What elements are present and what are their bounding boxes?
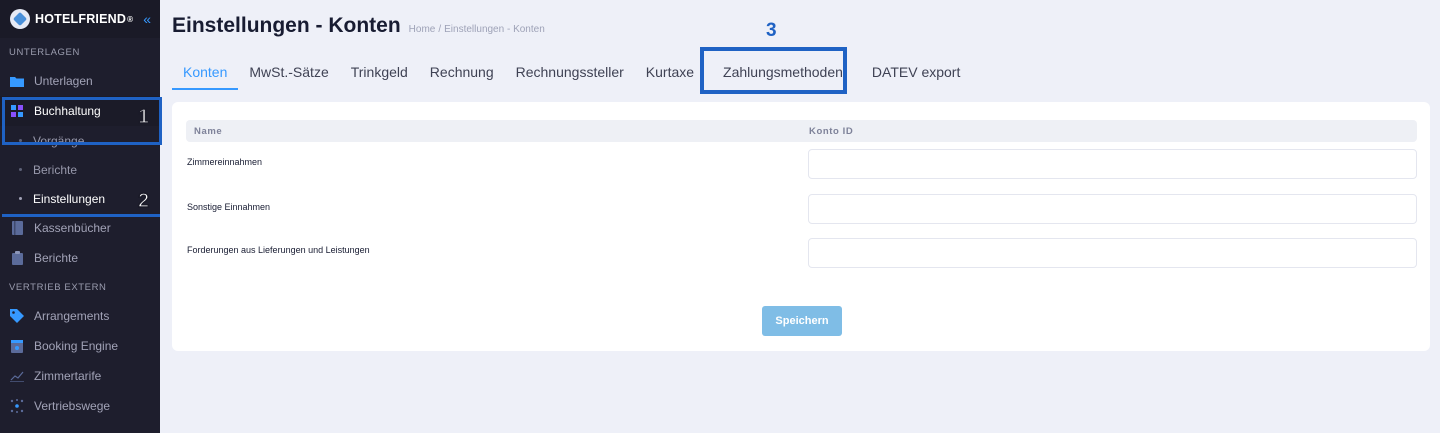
brand-trademark: ®	[127, 14, 134, 24]
sidebar-item-buchhaltung[interactable]: Buchhaltung	[0, 96, 160, 126]
chevron-double-left-icon[interactable]: «	[143, 11, 151, 27]
settings-tabs: Konten MwSt.-Sätze Trinkgeld Rechnung Re…	[172, 58, 971, 90]
breadcrumb: Home / Einstellungen - Konten	[409, 24, 545, 35]
sidebar-item-vertriebswege[interactable]: Vertriebswege	[0, 391, 160, 421]
konto-id-input-zimmereinnahmen[interactable]	[808, 149, 1417, 179]
sidebar-item-label: Vertriebswege	[34, 399, 111, 413]
bullet-icon	[19, 139, 22, 142]
network-icon	[10, 399, 24, 413]
sidebar-item-booking-engine[interactable]: Booking Engine	[0, 331, 160, 361]
tab-trinkgeld[interactable]: Trinkgeld	[340, 58, 419, 90]
sidebar-item-arrangements[interactable]: Arrangements	[0, 301, 160, 331]
section-title-unterlagen: UNTERLAGEN	[9, 47, 80, 58]
clipboard-icon	[10, 251, 24, 265]
bullet-icon	[19, 168, 22, 171]
sidebar-subitem-berichte[interactable]: Berichte	[0, 155, 160, 184]
breadcrumb-current: Einstellungen - Konten	[444, 24, 545, 35]
sidebar-item-label: Berichte	[34, 251, 79, 265]
sidebar-subitem-einstellungen[interactable]: Einstellungen	[0, 184, 160, 213]
sidebar-item-label: Zimmertarife	[34, 369, 102, 383]
tab-rechnung[interactable]: Rechnung	[419, 58, 505, 90]
sidebar-item-label: Arrangements	[34, 309, 110, 323]
tag-icon	[10, 309, 24, 323]
section-title-vertrieb-extern: VERTRIEB EXTERN	[9, 282, 107, 293]
sidebar-item-label: Buchhaltung	[34, 104, 101, 118]
callout-number-2: 2	[137, 189, 150, 213]
tab-mwst-saetze[interactable]: MwSt.-Sätze	[238, 58, 339, 90]
page-title: Einstellungen - Konten	[172, 14, 401, 37]
bullet-icon	[19, 197, 22, 200]
sidebar-subitem-vorgaenge[interactable]: Vorgänge	[0, 126, 160, 155]
callout-number-1: 1	[137, 105, 150, 129]
sidebar-item-zimmertarife[interactable]: Zimmertarife	[0, 361, 160, 391]
sidebar-item-label: Kassenbücher	[34, 221, 111, 235]
table-header: Name Konto ID	[186, 120, 1417, 142]
brand-bar: HOTELFRIEND ® «	[0, 0, 160, 38]
konto-id-input-forderungen[interactable]	[808, 238, 1417, 268]
sidebar-item-berichte[interactable]: Berichte	[0, 243, 160, 273]
calendar-icon	[10, 339, 24, 353]
tab-rechnungssteller[interactable]: Rechnungssteller	[505, 58, 635, 90]
sidebar-subitem-label: Einstellungen	[33, 191, 106, 206]
row-label-zimmereinnahmen: Zimmereinnahmen	[187, 157, 263, 167]
breadcrumb-home[interactable]: Home	[409, 24, 436, 35]
konto-id-input-sonstige-einnahmen[interactable]	[808, 194, 1417, 224]
grid-icon	[10, 104, 24, 118]
callout-underline-einstellungen	[2, 214, 160, 217]
brand-name: HOTELFRIEND	[35, 12, 127, 26]
column-header-konto-id: Konto ID	[809, 126, 854, 137]
page-header: Einstellungen - Konten Home / Einstellunge…	[172, 14, 545, 38]
callout-box-zahlungsmethoden	[700, 47, 847, 94]
book-icon	[10, 221, 24, 235]
sidebar-subitem-label: Vorgänge	[33, 133, 85, 148]
tab-kurtaxe[interactable]: Kurtaxe	[635, 58, 705, 90]
save-button[interactable]: Speichern	[762, 306, 842, 336]
sidebar-item-label: Booking Engine	[34, 339, 119, 353]
column-header-name: Name	[194, 126, 223, 137]
hotelfriend-logo-icon	[10, 9, 30, 29]
sidebar-subitem-label: Berichte	[33, 162, 78, 177]
row-label-sonstige-einnahmen: Sonstige Einnahmen	[187, 202, 271, 212]
callout-number-3: 3	[766, 20, 777, 41]
chart-icon	[10, 369, 24, 383]
tab-konten[interactable]: Konten	[172, 58, 239, 90]
sidebar-item-unterlagen[interactable]: Unterlagen	[0, 66, 160, 96]
konten-card: Name Konto ID Zimmereinnahmen Sonstige E…	[172, 102, 1430, 351]
folder-icon	[10, 74, 24, 88]
row-label-forderungen: Forderungen aus Lieferungen und Leistung…	[187, 245, 370, 255]
sidebar-item-label: Unterlagen	[34, 74, 93, 88]
sidebar-item-kassenbuecher[interactable]: Kassenbücher	[0, 213, 160, 243]
breadcrumb-separator: /	[438, 24, 442, 35]
tab-datev-export[interactable]: DATEV export	[861, 58, 971, 90]
